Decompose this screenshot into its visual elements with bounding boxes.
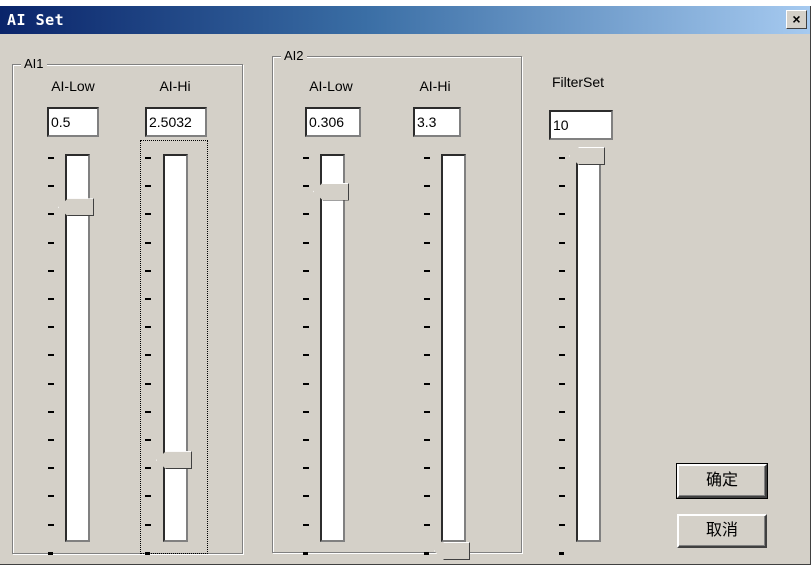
slider-tick-mark (48, 326, 54, 329)
slider-tick-mark (303, 185, 309, 188)
slider-tick-mark (559, 354, 565, 357)
slider-tick-mark (424, 495, 430, 498)
slider-tick-mark (424, 354, 430, 357)
slider-tick-mark (559, 185, 565, 188)
slider-tick-mark (48, 213, 54, 216)
slider-tick-mark (48, 495, 54, 498)
slider-tick-mark (559, 495, 565, 498)
slider-tick-mark (145, 354, 151, 357)
ai2-hi-label: AI-Hi (419, 78, 451, 94)
slider-tick-mark (48, 382, 54, 385)
slider-tick-mark (424, 410, 430, 413)
slider-tick-mark (303, 523, 309, 526)
ai1-low-input[interactable] (47, 107, 99, 137)
slider-tick-mark (145, 185, 151, 188)
slider-tick-mark (48, 467, 54, 470)
slider-tick-mark (145, 382, 151, 385)
slider-tick-mark (303, 382, 309, 385)
slider-tick-mark (559, 382, 565, 385)
slider-tick-mark (424, 326, 430, 329)
ai1-hi-label: AI-Hi (159, 78, 191, 94)
slider-tick-mark (424, 185, 430, 188)
filterset-input[interactable] (549, 110, 613, 140)
slider-tick-mark (48, 523, 54, 526)
slider-tick-mark (145, 410, 151, 413)
slider-tick-mark (145, 298, 151, 300)
slider-tick-mark (303, 410, 309, 413)
slider-tick-mark (48, 298, 54, 300)
filterset-label: FilterSet (551, 74, 605, 90)
slider-tick-mark (559, 439, 565, 441)
slider-tick-mark (559, 551, 564, 555)
slider-tick-mark (48, 241, 54, 244)
ai2-group-label: AI2 (281, 48, 307, 63)
slider-tick-mark (559, 523, 565, 526)
ai1-hi-slider[interactable] (163, 154, 188, 542)
slider-tick-mark (145, 495, 151, 498)
slider-tick-mark (145, 157, 151, 159)
slider-tick-mark (559, 269, 565, 272)
slider-tick-mark (424, 298, 430, 300)
slider-tick-mark (145, 439, 151, 441)
ai2-low-slider[interactable] (320, 154, 345, 542)
slider-tick-mark (48, 410, 54, 413)
ai2-hi-input[interactable] (413, 107, 461, 137)
slider-tick-mark (303, 269, 309, 272)
slider-tick-mark (145, 467, 151, 470)
title-bar[interactable]: AI Set × (0, 6, 810, 34)
slider-tick-mark (303, 326, 309, 329)
cancel-button[interactable]: 取消 (677, 514, 767, 548)
slider-tick-mark (424, 241, 430, 244)
slider-tick-mark (424, 157, 430, 159)
slider-tick-mark (145, 551, 150, 555)
slider-tick-mark (303, 467, 309, 470)
slider-tick-mark (424, 269, 430, 272)
ai2-low-label: AI-Low (309, 78, 353, 94)
slider-tick-mark (145, 241, 151, 244)
ai2-low-input[interactable] (305, 107, 361, 137)
slider-tick-mark (559, 241, 565, 244)
slider-tick-mark (559, 410, 565, 413)
slider-tick-mark (559, 467, 565, 470)
close-icon[interactable]: × (786, 10, 807, 29)
ai-set-dialog: AI Set × AI1 AI-Low AI-Hi AI2 AI-Low AI-… (0, 6, 811, 565)
slider-tick-mark (145, 269, 151, 272)
slider-tick-mark (559, 298, 565, 300)
slider-tick-mark (303, 495, 309, 498)
ai2-hi-slider[interactable] (441, 154, 466, 542)
slider-tick-mark (48, 439, 54, 441)
slider-tick-mark (303, 241, 309, 244)
slider-tick-mark (424, 439, 430, 441)
slider-tick-mark (424, 382, 430, 385)
ok-button[interactable]: 确定 (676, 463, 768, 499)
slider-tick-mark (424, 523, 430, 526)
slider-tick-mark (145, 213, 151, 216)
slider-tick-mark (303, 157, 309, 159)
slider-tick-mark (145, 326, 151, 329)
slider-tick-mark (48, 269, 54, 272)
window-title: AI Set (7, 11, 65, 29)
ai1-low-label: AI-Low (51, 78, 95, 94)
slider-tick-mark (424, 551, 429, 555)
slider-tick-mark (303, 551, 308, 555)
ai1-group-label: AI1 (21, 56, 47, 71)
slider-tick-mark (424, 467, 430, 470)
slider-tick-mark (303, 298, 309, 300)
slider-tick-mark (559, 213, 565, 216)
slider-tick-mark (48, 157, 54, 159)
slider-tick-mark (303, 439, 309, 441)
slider-tick-mark (559, 157, 565, 159)
slider-tick-mark (424, 213, 430, 216)
filterset-slider-thumb[interactable] (569, 147, 605, 165)
ai1-group: AI1 (12, 56, 243, 554)
slider-tick-mark (48, 185, 54, 188)
slider-tick-mark (48, 551, 53, 555)
slider-tick-mark (559, 326, 565, 329)
slider-tick-mark (303, 354, 309, 357)
filterset-slider[interactable] (576, 154, 601, 542)
slider-tick-mark (303, 213, 309, 216)
slider-tick-mark (145, 523, 151, 526)
slider-tick-mark (48, 354, 54, 357)
ai1-hi-input[interactable] (145, 107, 207, 137)
